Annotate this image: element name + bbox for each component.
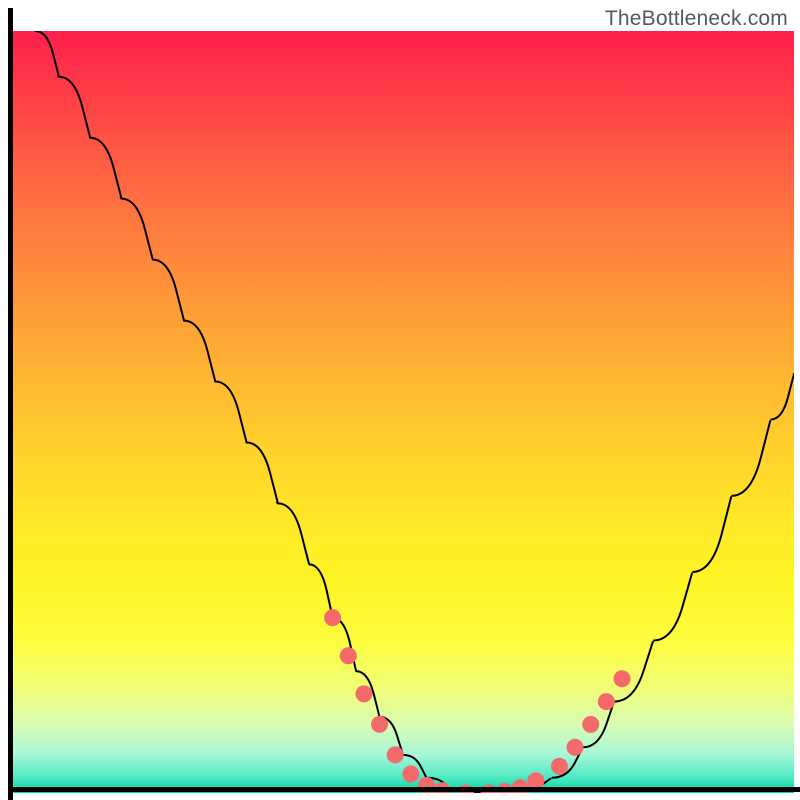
marker-point bbox=[551, 758, 568, 775]
bottleneck-curve bbox=[36, 31, 795, 793]
marker-point bbox=[371, 716, 388, 733]
y-axis-line bbox=[8, 8, 13, 800]
marker-point bbox=[402, 766, 419, 783]
attribution-label: TheBottleneck.com bbox=[605, 7, 788, 31]
marker-point bbox=[582, 716, 599, 733]
x-axis-line bbox=[8, 787, 800, 792]
marker-point bbox=[614, 670, 631, 687]
marker-point bbox=[567, 739, 584, 756]
marker-point bbox=[355, 685, 372, 702]
chart-frame: TheBottleneck.com bbox=[4, 4, 796, 796]
marker-point bbox=[340, 647, 357, 664]
marker-point bbox=[598, 693, 615, 710]
marker-point bbox=[324, 609, 341, 626]
marker-point bbox=[387, 746, 404, 763]
chart-svg bbox=[12, 31, 794, 793]
marker-group bbox=[324, 609, 630, 793]
